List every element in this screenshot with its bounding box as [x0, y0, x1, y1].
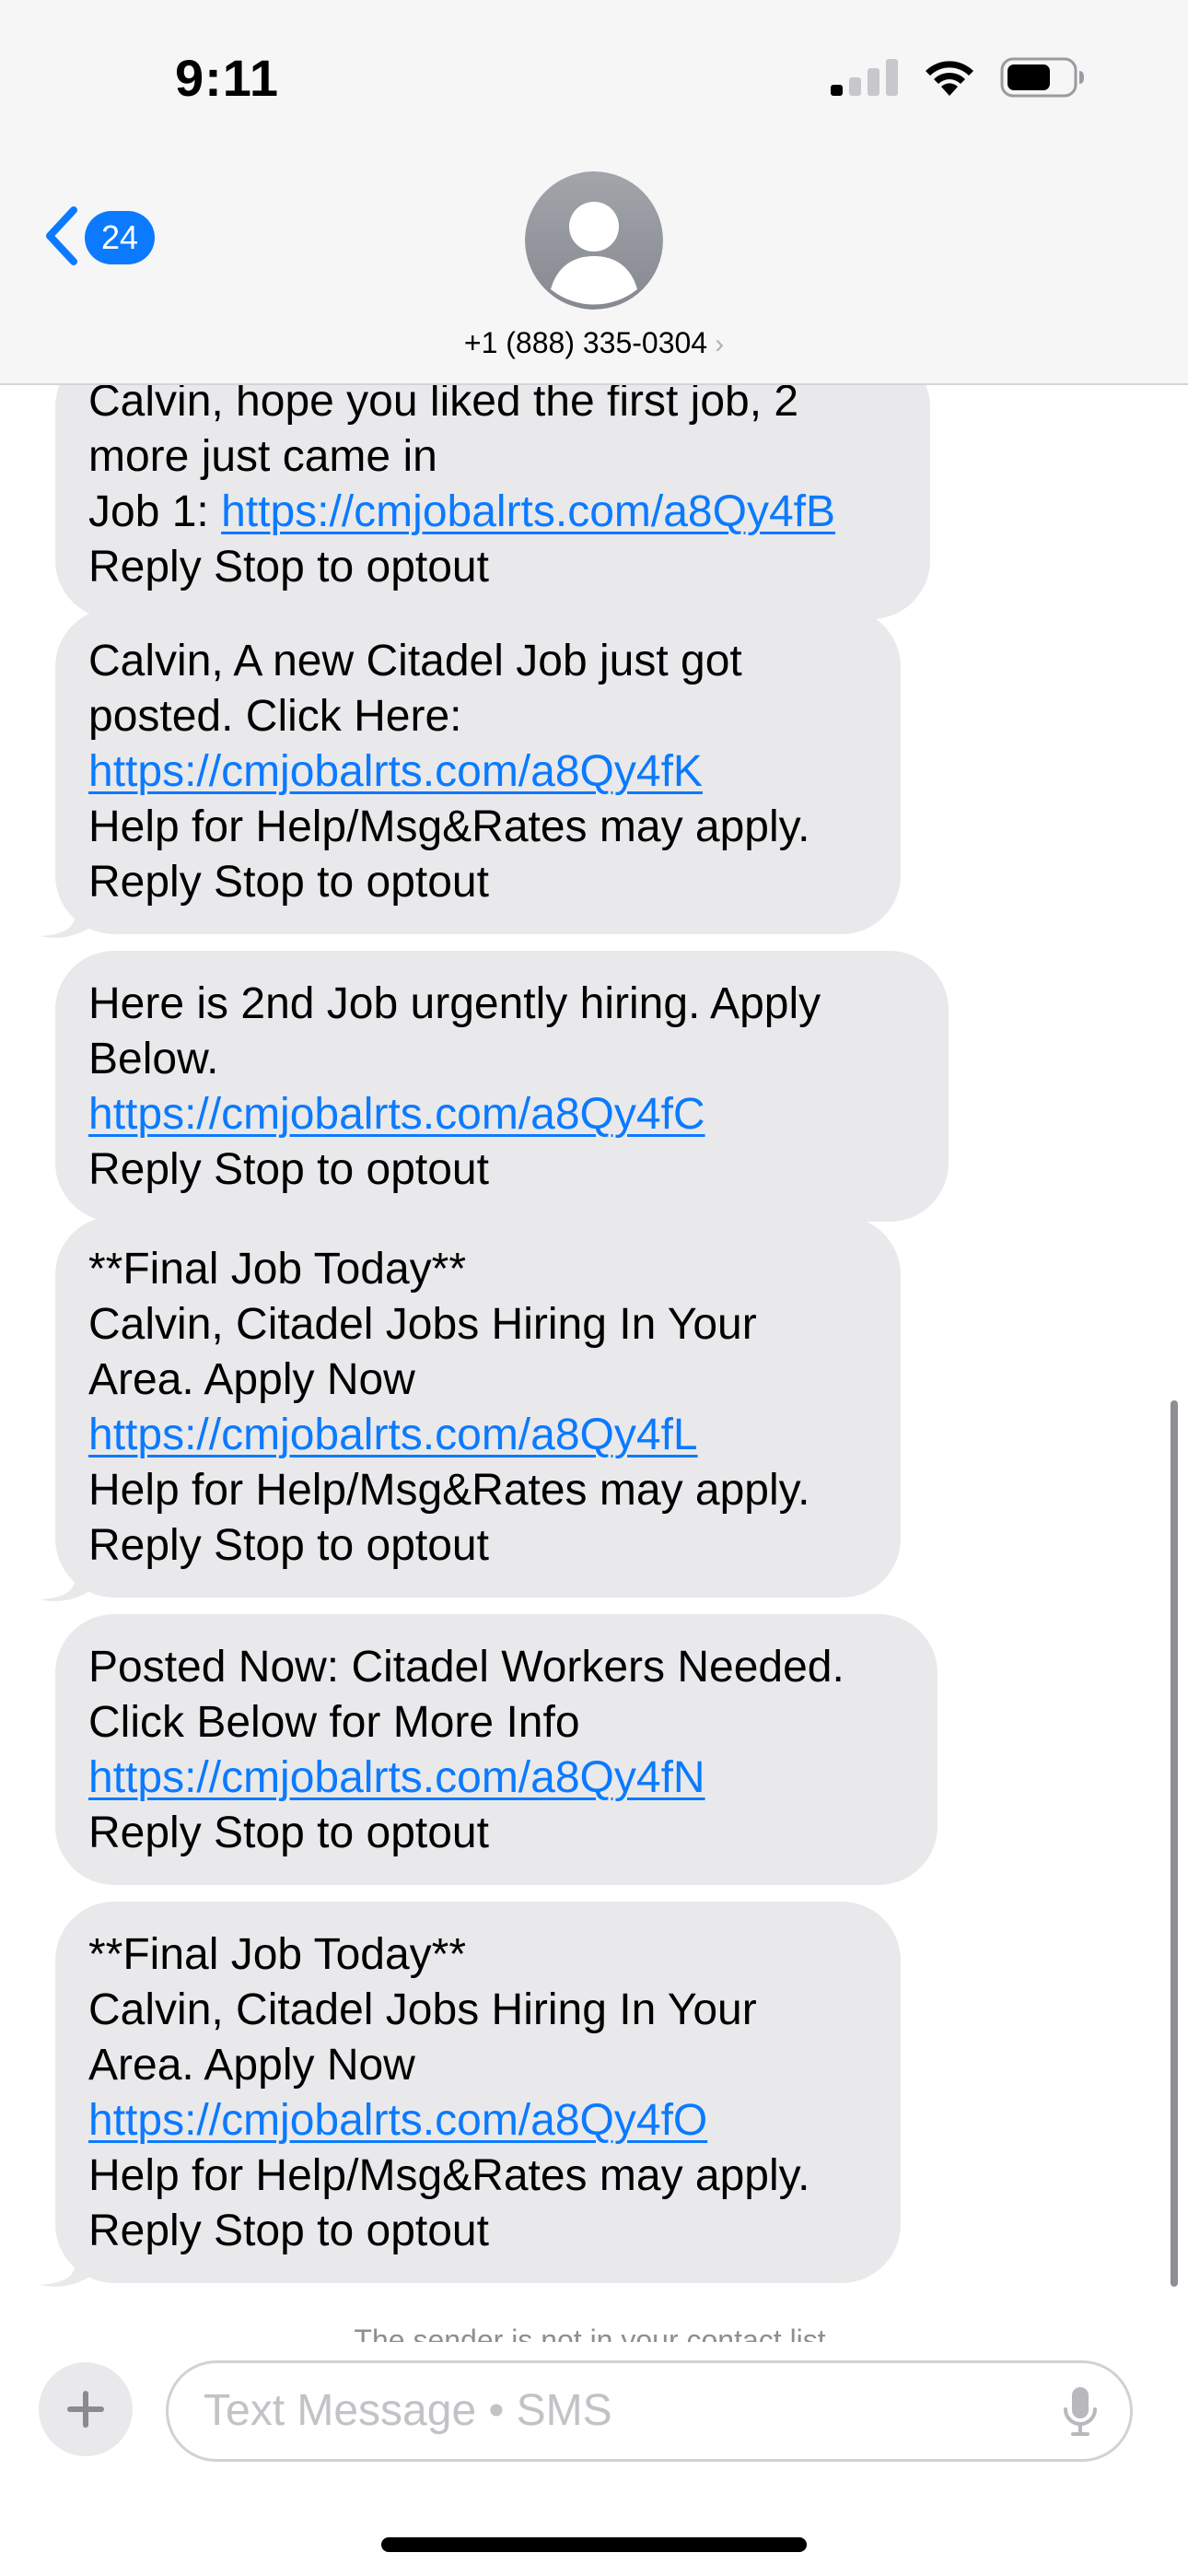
- message-line: Calvin, A new Citadel Job just got: [88, 637, 742, 685]
- message-line: Here is 2nd Job urgently hiring. Apply: [88, 979, 821, 1028]
- message-input-placeholder: Text Message • SMS: [204, 2386, 612, 2435]
- back-button[interactable]: 24: [41, 205, 155, 271]
- message-line: Click Below for More Info: [88, 1698, 580, 1747]
- message-bubble[interactable]: Calvin, A new Citadel Job just got posted…: [55, 608, 901, 934]
- message-link[interactable]: https://cmjobalrts.com/a8Qy4fB: [221, 487, 835, 536]
- scrollbar[interactable]: [1171, 1400, 1178, 2287]
- message-line: Reply Stop to optout: [88, 2207, 489, 2255]
- battery-icon: [1000, 57, 1085, 102]
- bubble-tail: [39, 905, 90, 940]
- chevron-right-icon: ›: [715, 329, 725, 359]
- unread-count-badge: 24: [85, 211, 155, 264]
- message-line: posted. Click Here:: [88, 692, 462, 741]
- message-line: Below.: [88, 1035, 219, 1083]
- contact-avatar[interactable]: [525, 171, 663, 310]
- conversation-header: 9:11 24 +1 (888) 335-0304 ›: [0, 0, 1188, 385]
- message-line: https://cmjobalrts.com/a8Qy4fC: [88, 1087, 915, 1142]
- message-line: Job 1: https://cmjobalrts.com/a8Qy4fB: [88, 485, 897, 540]
- plus-icon: [67, 2391, 104, 2428]
- wifi-icon: [923, 57, 976, 102]
- message-link[interactable]: https://cmjobalrts.com/a8Qy4fC: [88, 1090, 705, 1139]
- message-line: **Final Job Today**: [88, 1245, 467, 1294]
- add-attachment-button[interactable]: [39, 2362, 133, 2456]
- message-bubble[interactable]: Here is 2nd Job urgently hiring. Apply Be…: [55, 951, 949, 1222]
- message-line: Calvin, Citadel Jobs Hiring In Your: [88, 1300, 757, 1349]
- contact-number: +1 (888) 335-0304: [463, 326, 708, 359]
- message-link[interactable]: https://cmjobalrts.com/a8Qy4fN: [88, 1753, 705, 1802]
- bubble-tail: [39, 1568, 90, 1603]
- message-line: Help for Help/Msg&Rates may apply.: [88, 2151, 810, 2200]
- message-line: Reply Stop to optout: [88, 1521, 489, 1570]
- message-line: Area. Apply Now: [88, 2041, 415, 2090]
- message-link[interactable]: https://cmjobalrts.com/a8Qy4fK: [88, 747, 703, 796]
- message-line: Posted Now: Citadel Workers Needed.: [88, 1643, 844, 1692]
- message-input[interactable]: Text Message • SMS: [166, 2360, 1133, 2462]
- bubble-tail: [39, 2254, 90, 2289]
- message-line: Help for Help/Msg&Rates may apply.: [88, 1466, 810, 1515]
- message-line: https://cmjobalrts.com/a8Qy4fO: [88, 2093, 868, 2149]
- message-list[interactable]: Calvin, hope you liked the first job, 2m…: [0, 0, 1188, 2576]
- message-line-prefix: Job 1:: [88, 487, 222, 536]
- contact-name[interactable]: +1 (888) 335-0304 ›: [0, 326, 1188, 360]
- message-link[interactable]: https://cmjobalrts.com/a8Qy4fO: [88, 2096, 707, 2145]
- cellular-signal-icon: [831, 59, 899, 100]
- microphone-icon[interactable]: [1062, 2385, 1099, 2439]
- message-bubble[interactable]: **Final Job Today** Calvin, Citadel Jobs …: [55, 1216, 901, 1598]
- message-line: Help for Help/Msg&Rates may apply.: [88, 802, 810, 851]
- message-bubble[interactable]: Calvin, hope you liked the first job, 2m…: [55, 348, 930, 619]
- status-time: 9:11: [175, 49, 279, 107]
- message-bubble[interactable]: **Final Job Today** Calvin, Citadel Jobs …: [55, 1902, 901, 2283]
- person-icon: [525, 171, 663, 310]
- messages-screen: Calvin, hope you liked the first job, 2m…: [0, 0, 1188, 2576]
- message-line: Reply Stop to optout: [88, 543, 489, 591]
- chevron-left-icon: [41, 203, 81, 274]
- message-line: Reply Stop to optout: [88, 858, 489, 907]
- message-line: https://cmjobalrts.com/a8Qy4fK: [88, 744, 868, 800]
- message-line: Reply Stop to optout: [88, 1809, 489, 1857]
- message-line: **Final Job Today**: [88, 1930, 467, 1979]
- message-line: more just came in: [88, 432, 437, 481]
- message-line: https://cmjobalrts.com/a8Qy4fL: [88, 1408, 868, 1463]
- message-line: Area. Apply Now: [88, 1355, 415, 1404]
- message-link[interactable]: https://cmjobalrts.com/a8Qy4fL: [88, 1411, 698, 1459]
- message-bubble[interactable]: Posted Now: Citadel Workers Needed. Click…: [55, 1614, 938, 1885]
- message-line: https://cmjobalrts.com/a8Qy4fN: [88, 1751, 904, 1806]
- message-line: Calvin, Citadel Jobs Hiring In Your: [88, 1985, 757, 2034]
- status-icons: [831, 57, 1085, 102]
- home-indicator[interactable]: [381, 2537, 807, 2552]
- message-line: Reply Stop to optout: [88, 1145, 489, 1194]
